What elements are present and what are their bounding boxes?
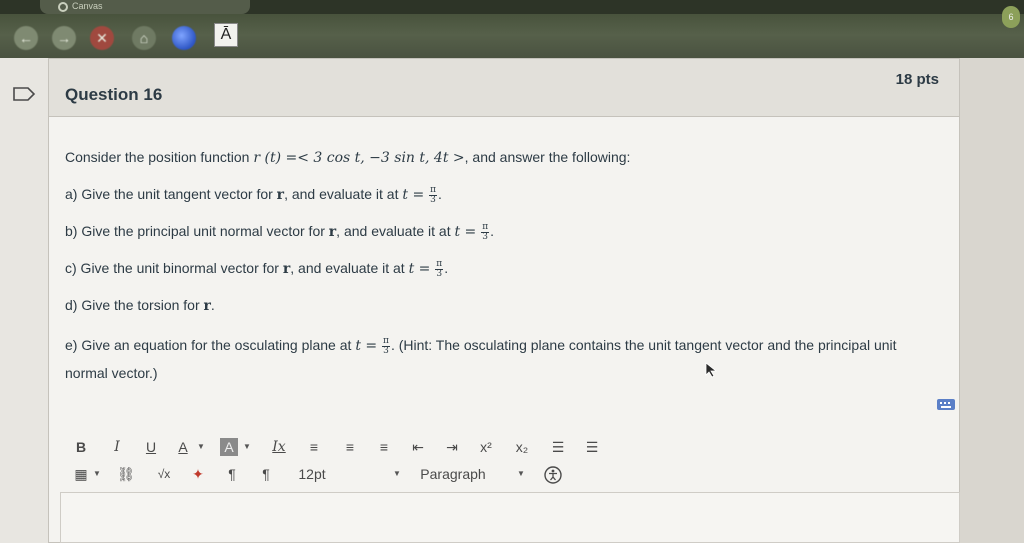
frac-den: 3	[436, 268, 443, 279]
align-left-icon[interactable]: ≡	[304, 436, 324, 458]
underline-button[interactable]: U	[142, 436, 160, 458]
part-b: b) Give the principal unit normal vector…	[65, 221, 494, 242]
part-c-mid: , and evaluate it at	[290, 260, 405, 276]
part-a: a) Give the unit tangent vector for r, a…	[65, 184, 442, 205]
align-center-icon[interactable]: ≡	[340, 436, 360, 458]
part-c-prefix: c) Give the unit binormal vector for	[65, 260, 279, 276]
t-equals: t =	[408, 261, 431, 277]
pi-over-3: π3	[481, 222, 490, 242]
left-gutter	[0, 58, 48, 543]
frac-den: 3	[430, 194, 436, 205]
frac-den: 3	[482, 231, 489, 242]
font-color-caret-icon[interactable]: ▼	[196, 436, 206, 458]
part-d-prefix: d) Give the torsion for	[65, 297, 200, 313]
t-equals: t =	[355, 338, 378, 354]
font-size-button[interactable]: Ā	[214, 23, 238, 47]
canvas-logo-icon	[58, 2, 68, 12]
frac-den: 3	[383, 345, 389, 356]
question-intro: Consider the position function r (t) =< …	[65, 147, 935, 184]
extension-icon[interactable]: 6	[1002, 6, 1020, 28]
browser-toolbar: Canvas ← → ✕ ⌂ Ā 6	[0, 0, 1024, 58]
bg-color-caret-icon[interactable]: ▼	[242, 436, 252, 458]
part-b-mid: , and evaluate it at	[336, 223, 451, 239]
question-header: Question 16 18 pts	[49, 59, 959, 117]
intro-suffix: , and answer the following:	[464, 149, 631, 165]
part-a-mid: , and evaluate it at	[284, 186, 399, 202]
part-e: e) Give an equation for the osculating p…	[65, 332, 935, 387]
tab-strip: Canvas	[0, 0, 1024, 14]
stop-icon[interactable]: ✕	[90, 26, 114, 50]
part-e-prefix: e) Give an equation for the osculating p…	[65, 337, 352, 353]
subscript-button[interactable]: x₂	[512, 436, 532, 458]
part-c: c) Give the unit binormal vector for r, …	[65, 258, 449, 279]
tab-label: Canvas	[72, 1, 103, 11]
part-b-prefix: b) Give the principal unit normal vector…	[65, 223, 325, 239]
font-color-button[interactable]: A	[174, 436, 192, 458]
forward-arrow-icon[interactable]: →	[52, 26, 76, 50]
paragraph-caret-icon[interactable]: ▼	[516, 463, 526, 485]
mouse-cursor-icon	[705, 362, 718, 378]
editor-toolbar-row-1: B I U A ▼ A ▼ Ix ≡ ≡ ≡ ⇤ ⇥ x² x₂ ☰ ☰	[72, 436, 632, 460]
r-symbol: r	[203, 298, 211, 314]
numbered-list-icon[interactable]: ☰	[582, 436, 602, 458]
math-equation-button[interactable]: √x	[152, 463, 176, 485]
accessibility-checker-icon[interactable]	[542, 463, 564, 485]
position-function: r (t) =< 3 cos t, −3 sin t, 4t >	[253, 150, 465, 166]
table-caret-icon[interactable]: ▼	[92, 463, 102, 485]
question-title: Question 16	[65, 85, 163, 104]
italic-button[interactable]: I	[108, 436, 126, 458]
bold-button[interactable]: B	[72, 436, 90, 458]
bg-color-button[interactable]: A	[220, 438, 238, 456]
pi-over-3: π3	[435, 259, 444, 279]
answer-editor[interactable]	[60, 492, 960, 543]
paragraph-format-select[interactable]: Paragraph	[418, 463, 488, 485]
table-icon[interactable]: ▦	[72, 463, 90, 485]
clear-formatting-button[interactable]: Ix	[268, 436, 290, 458]
font-size-caret-icon[interactable]: ▼	[392, 463, 402, 485]
t-equals: t =	[402, 187, 425, 203]
editor-toolbar-row-2: ▦ ▼ ⛓ √x ✦ ¶ ¶ 12pt ▼ Paragraph ▼	[72, 463, 632, 487]
browser-tab[interactable]: Canvas	[40, 0, 250, 14]
part-d: d) Give the torsion for r.	[65, 297, 215, 314]
keyboard-icon[interactable]	[936, 397, 956, 411]
ltr-paragraph-icon[interactable]: ¶	[222, 463, 242, 485]
outdent-icon[interactable]: ⇤	[408, 436, 428, 458]
indent-icon[interactable]: ⇥	[442, 436, 462, 458]
pi-over-3: π3	[382, 336, 390, 356]
home-icon[interactable]: ⌂	[132, 26, 156, 50]
flag-question-icon[interactable]	[12, 86, 36, 102]
bullet-list-icon[interactable]: ☰	[548, 436, 568, 458]
unlink-icon[interactable]: ⛓	[116, 463, 136, 485]
t-equals: t =	[454, 224, 477, 240]
question-text: Consider the position function r (t) =< …	[65, 147, 935, 387]
back-arrow-icon[interactable]: ←	[14, 26, 38, 50]
globe-icon[interactable]	[172, 26, 196, 50]
intro-prefix: Consider the position function	[65, 149, 250, 165]
question-points: 18 pts	[895, 71, 939, 88]
spellcheck-icon[interactable]: ✦	[188, 463, 208, 485]
superscript-button[interactable]: x²	[476, 436, 496, 458]
pi-over-3: π3	[429, 185, 437, 205]
part-a-prefix: a) Give the unit tangent vector for	[65, 186, 273, 202]
font-size-select[interactable]: 12pt	[292, 463, 332, 485]
rtl-paragraph-icon[interactable]: ¶	[256, 463, 276, 485]
r-symbol: r	[276, 187, 285, 203]
align-right-icon[interactable]: ≡	[374, 436, 394, 458]
